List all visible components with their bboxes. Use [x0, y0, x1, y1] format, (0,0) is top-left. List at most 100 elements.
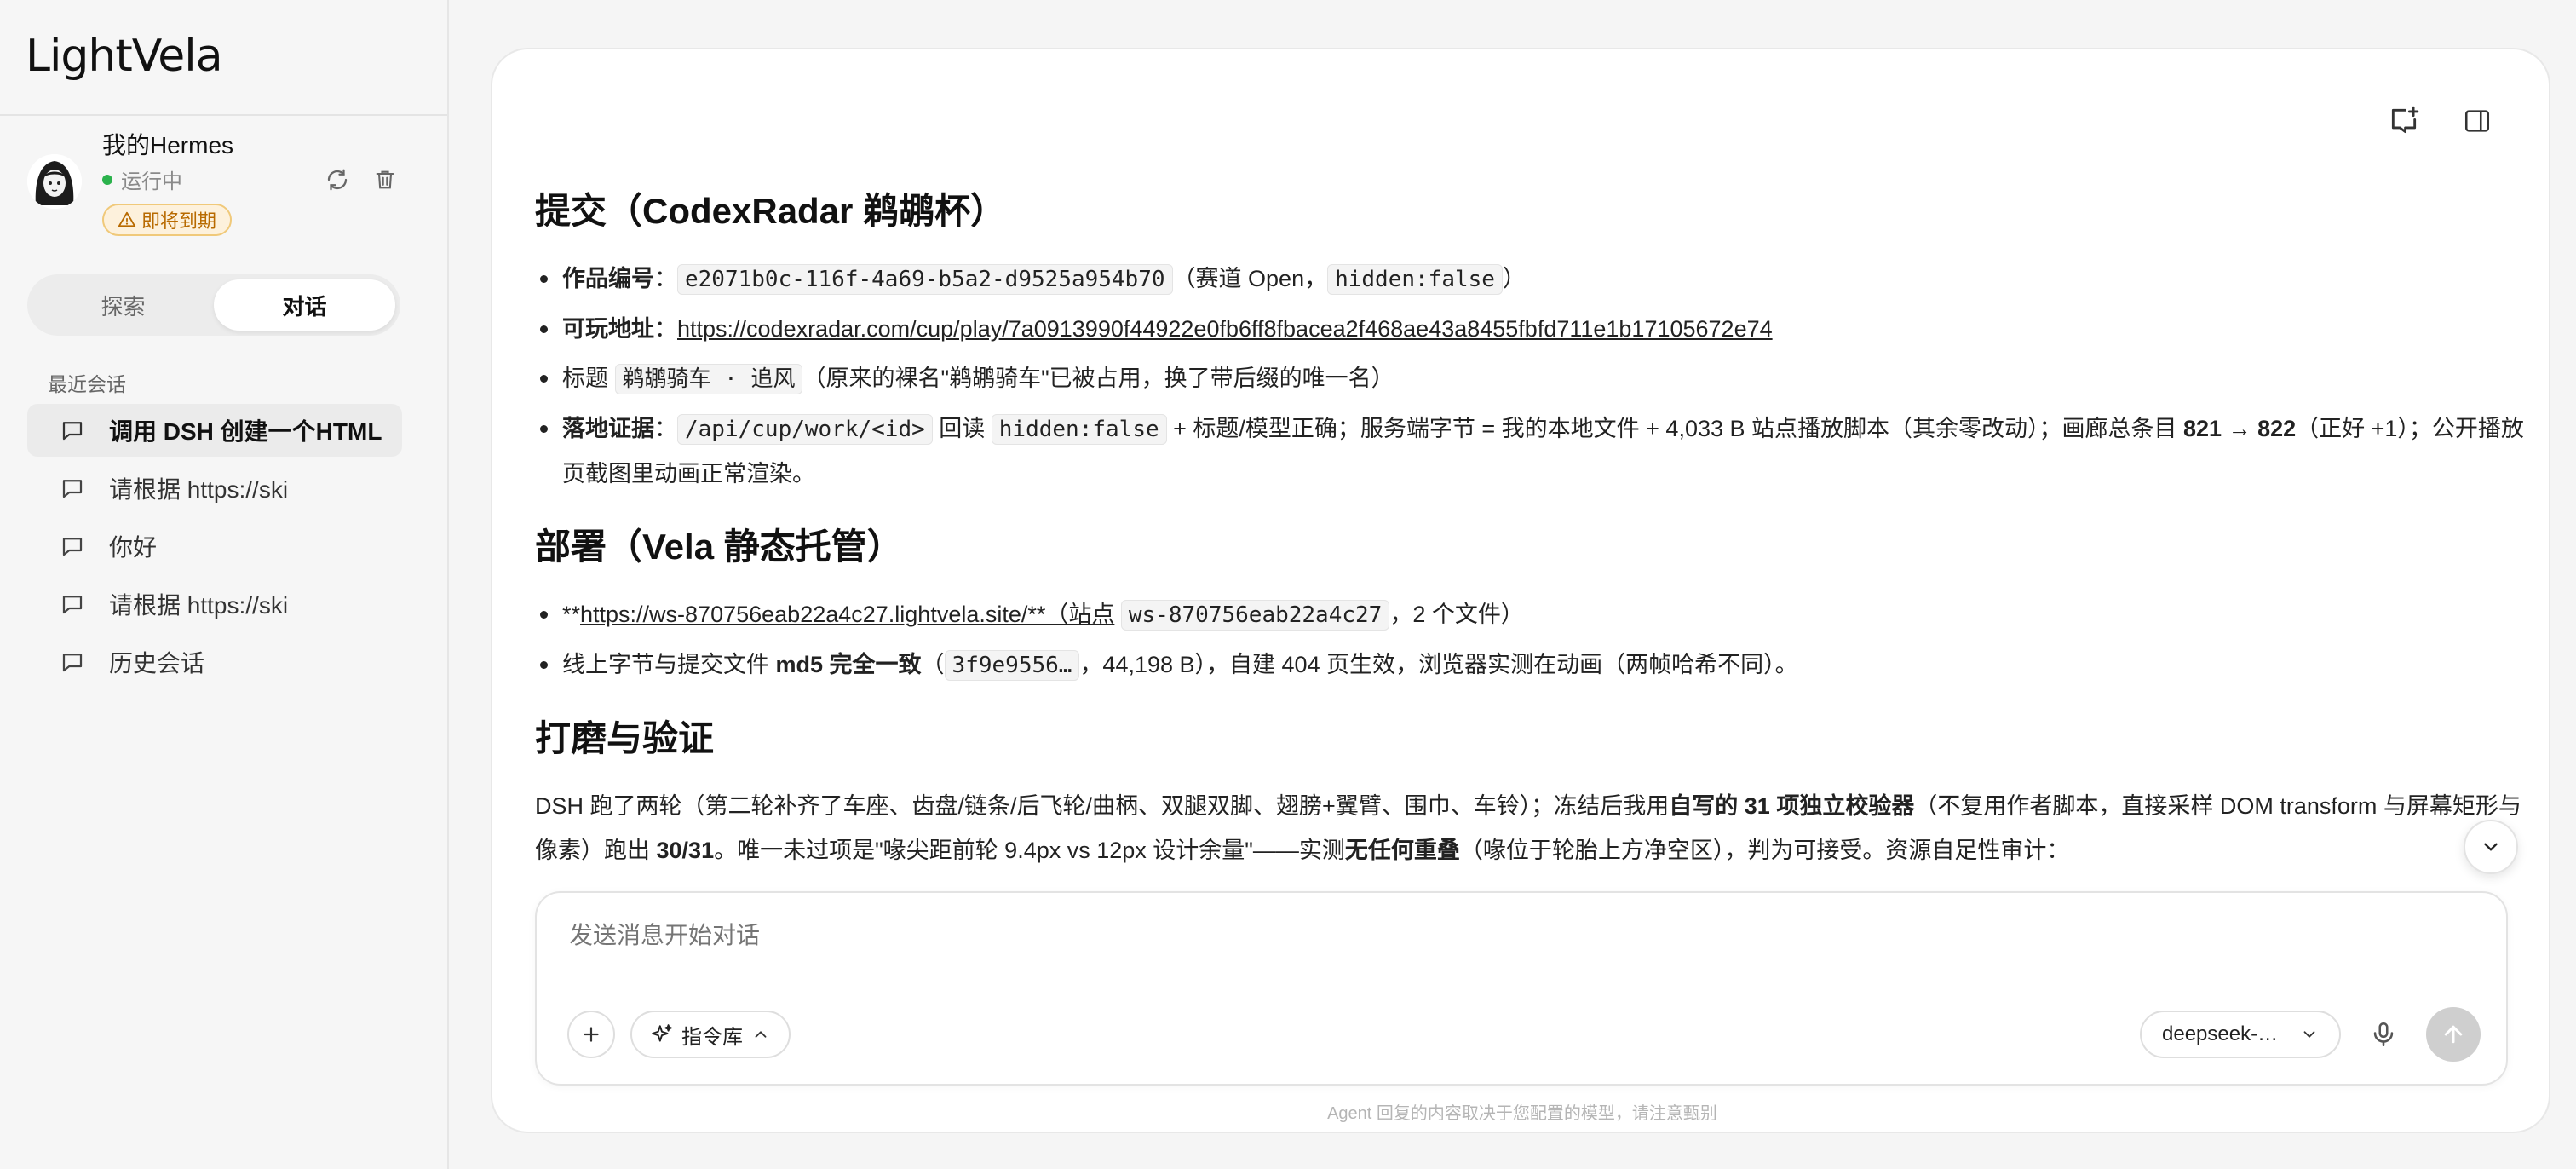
warning-icon — [118, 211, 136, 227]
badge-text: 即将到期 — [141, 210, 217, 232]
agent-name: 我的Hermes — [102, 132, 234, 158]
refresh-button[interactable] — [320, 163, 354, 197]
site-link[interactable]: https://ws-870756eab22a4c27.lightvela.si… — [580, 602, 1114, 627]
message-input[interactable] — [569, 922, 2102, 949]
sidebar-toggle-icon — [2464, 110, 2490, 132]
agent-status: 运行中 — [102, 164, 182, 194]
inline-code: /api/cup/work/<id> — [677, 414, 933, 445]
list-item: 可玩地址：https://codexradar.com/cup/play/7a0… — [535, 307, 2528, 351]
bullet-list: 作品编号： e2071b0c-116f-4a69-b5a2-d9525a954b7… — [535, 256, 2528, 496]
inline-code: hidden:false — [991, 414, 1167, 445]
inline-text: （赛道 Open， — [1172, 266, 1328, 291]
delete-button[interactable] — [368, 163, 402, 197]
inline-code: e2071b0c-116f-4a69-b5a2-d9525a954b70 — [677, 264, 1173, 295]
mode-switch: 探索 对话 — [27, 274, 400, 336]
chat-bubble-icon — [62, 480, 83, 498]
paragraph: DSH 跑了两轮（第二轮补齐了车座、齿盘/链条/后飞轮/曲柄、双腿双脚、翅膀+翼… — [535, 784, 2528, 872]
bullet-list: **https://ws-870756eab22a4c27.lightvela.… — [535, 592, 2528, 688]
status-dot — [102, 174, 112, 185]
model-disclaimer: Agent 回复的内容取决于您配置的模型，请注意甄别 — [1327, 1104, 1717, 1123]
section-heading: 提交（CodexRadar 鹈鹕杯） — [535, 191, 1007, 231]
inline-text: 线上字节与提交文件 — [562, 652, 776, 677]
refresh-icon — [327, 169, 348, 191]
list-item: 落地证据：/api/cup/work/<id> 回读 hidden:false … — [535, 406, 2528, 496]
send-button[interactable] — [2426, 1007, 2481, 1062]
inline-text: + 标题/模型正确；服务端字节 = 我的本地文件 + 4,033 B 站点播放脚… — [1166, 416, 2184, 441]
trash-icon — [376, 170, 394, 189]
field-label: 落地证据 — [562, 416, 654, 441]
chevron-down-icon — [2484, 843, 2498, 851]
bold-text: 自写的 31 项独立校验器 — [1669, 793, 1915, 819]
inline-text: （原来的裸名"鹈鹕骑车"已被占用，换了带后缀的唯一名） — [802, 366, 1394, 391]
inline-text: DSH 跑了两轮（第二轮补齐了车座、齿盘/链条/后飞轮/曲柄、双腿双脚、翅膀+翼… — [535, 793, 1670, 819]
chat-bubble-icon — [62, 654, 83, 672]
conversation-label: 历史会话 — [109, 650, 205, 677]
chat-panel: 提交（CodexRadar 鹈鹕杯） 作品编号： e2071b0c-116f-4a… — [491, 48, 2550, 1133]
top-actions — [2385, 102, 2496, 140]
app-logo[interactable]: LightVela — [26, 31, 223, 82]
inline-code: hidden:false — [1327, 264, 1503, 295]
list-item: 作品编号： e2071b0c-116f-4a69-b5a2-d9525a954b7… — [535, 256, 2528, 302]
inline-code: 3f9e9556… — [944, 650, 1080, 681]
conversation-item[interactable]: 调用 DSH 创建一个HTML — [27, 404, 402, 457]
conversation-item[interactable]: 请根据 https://ski — [27, 578, 402, 631]
chat-bubble-icon — [62, 596, 83, 614]
command-library-button[interactable]: 指令库 — [630, 1011, 791, 1058]
play-link[interactable]: https://codexradar.com/cup/play/7a091399… — [677, 316, 1773, 342]
bold-text: 821 → 822 — [2183, 416, 2297, 441]
bold-text: 无任何重叠 — [1344, 838, 1460, 863]
sidebar: LightVela 我的Hermes 运行中 即将到期 探索 对话 最近会话 调… — [0, 0, 449, 1169]
section-heading: 部署（Vela 静态托管） — [535, 527, 903, 567]
inline-text: ，44,198 B），自建 404 页生效，浏览器实测在动画（两帧哈希不同）。 — [1079, 652, 1798, 677]
conversation-item[interactable]: 请根据 https://ski — [27, 462, 402, 515]
new-chat-button[interactable] — [2385, 102, 2423, 140]
inline-text: ** — [562, 602, 581, 627]
inline-text — [1114, 602, 1121, 627]
bold-text: 30/31 — [656, 838, 715, 863]
divider — [0, 114, 447, 116]
list-item: 线上字节与提交文件 md5 完全一致（ 3f9e9556… ，44,198 B），自… — [535, 642, 2528, 688]
inline-text: 标题 — [562, 366, 615, 391]
inline-code: ws-870756eab22a4c27 — [1120, 600, 1390, 631]
inline-text: ） — [1502, 266, 1526, 291]
plus-icon — [584, 1027, 599, 1042]
conversation-label: 请根据 https://ski — [109, 592, 289, 619]
assistant-message: 提交（CodexRadar 鹈鹕杯） 作品编号： e2071b0c-116f-4a… — [535, 182, 2528, 932]
conversation-label: 你好 — [109, 534, 158, 561]
tab-chat[interactable]: 对话 — [214, 279, 395, 331]
conversation-list: 调用 DSH 创建一个HTML 请根据 https://ski 你好 请根据 h… — [27, 404, 402, 694]
chat-bubble-icon — [62, 538, 83, 556]
attach-button[interactable] — [567, 1011, 615, 1058]
microphone-icon — [2373, 1022, 2394, 1047]
expiry-badge: 即将到期 — [102, 204, 233, 236]
scroll-to-bottom-button[interactable] — [2464, 820, 2518, 874]
section-heading: 打磨与验证 — [535, 718, 715, 758]
separator: ： — [654, 266, 677, 291]
model-select-value: deepseek-… — [2162, 1022, 2279, 1045]
voice-input-button[interactable] — [2363, 1014, 2404, 1055]
chevron-up-icon — [755, 1031, 767, 1038]
conversation-label: 请根据 https://ski — [109, 476, 289, 503]
list-item: **https://ws-870756eab22a4c27.lightvela.… — [535, 592, 2528, 637]
inline-text: ，2 个文件） — [1389, 602, 1524, 627]
toggle-panel-button[interactable] — [2458, 102, 2496, 140]
separator: ： — [654, 316, 677, 342]
conversation-item[interactable]: 历史会话 — [27, 636, 402, 688]
model-select[interactable]: deepseek-… — [2140, 1011, 2341, 1058]
tab-explore[interactable]: 探索 — [32, 279, 214, 331]
composer: 指令库 deepseek-… — [535, 891, 2508, 1086]
inline-text: （喙位于轮胎上方净空区），判为可接受。资源自足性审计： — [1459, 838, 2070, 863]
separator: ： — [654, 416, 677, 441]
sparkle-icon — [652, 1024, 672, 1042]
field-label: 可玩地址 — [562, 316, 654, 342]
inline-text: 回读 — [932, 416, 992, 441]
inline-code: 鹈鹕骑车 · 追风 — [614, 364, 803, 394]
conversation-item[interactable]: 你好 — [27, 520, 402, 573]
recent-label: 最近会话 — [48, 373, 126, 395]
chevron-down-icon — [2303, 1031, 2315, 1038]
field-label: 作品编号 — [562, 266, 654, 291]
arrow-up-icon — [2444, 1025, 2463, 1044]
list-item: 标题 鹈鹕骑车 · 追风 （原来的裸名"鹈鹕骑车"已被占用，换了带后缀的唯一名） — [535, 356, 2528, 401]
command-library-label: 指令库 — [681, 1025, 743, 1049]
inline-text: （ — [921, 652, 945, 677]
